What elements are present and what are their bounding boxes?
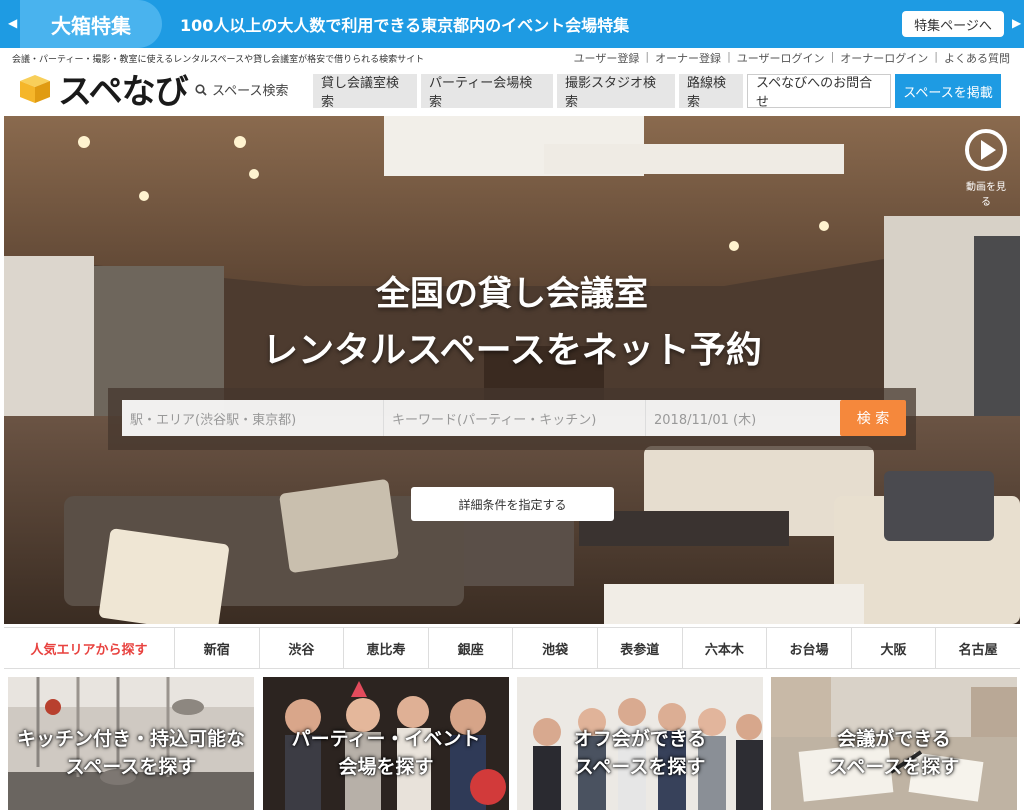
areas-title: 人気エリアから探す [30, 642, 148, 658]
card-party-line1: パーティー・イベント [291, 728, 481, 750]
top-links: ユーザー登録 | オーナー登録 | ユーザーログイン | オーナーログイン | … [574, 50, 1010, 66]
hero-section: 動画を見る 全国の貸し会議室 レンタルスペースをネット予約 駅・エリア(渋谷駅・… [4, 116, 1020, 624]
card-meeting[interactable]: 会議ができる スペースを探す [771, 677, 1017, 810]
link-owner-register[interactable]: オーナー登録 [655, 50, 721, 66]
area-nagoya[interactable]: 名古屋 [935, 628, 1020, 668]
area-shinjuku[interactable]: 新宿 [174, 628, 259, 668]
card-meeting-line1: 会議ができる [837, 728, 951, 750]
card-offkai[interactable]: オフ会ができる スペースを探す [517, 677, 763, 810]
card-offkai-line2: スペースを探す [574, 756, 706, 778]
post-space-button[interactable]: スペースを掲載 [895, 74, 1001, 108]
hero-headline-1: 全国の貸し会議室 [376, 274, 648, 314]
divider: | [830, 50, 835, 63]
search-bar: 駅・エリア(渋谷駅・東京都) キーワード(パーティー・キッチン) 2018/11… [108, 388, 916, 450]
card-party-line2: 会場を探す [338, 756, 434, 778]
divider: | [934, 50, 938, 63]
card-offkai-line1: オフ会ができる [573, 728, 707, 750]
link-user-register[interactable]: ユーザー登録 [574, 50, 640, 66]
area-ebisu[interactable]: 恵比寿 [343, 628, 428, 668]
main-nav: 貸し会議室検索 パーティー会場検索 撮影スタジオ検索 路線検索 スペなびへのお問… [313, 74, 1001, 110]
keyword-input[interactable]: キーワード(パーティー・キッチン) [384, 400, 646, 436]
area-omotesando[interactable]: 表参道 [596, 628, 682, 668]
promo-text[interactable]: 100人以上の大人数で利用できる東京都内のイベント会場特集 [180, 12, 629, 36]
hero-headline-2: レンタルスペースをネット予約 [262, 330, 762, 371]
card-kitchen-line1: キッチン付き・持込可能な [16, 728, 245, 750]
chevron-right-icon[interactable]: ▶ [1012, 16, 1021, 30]
area-odaiba[interactable]: お台場 [766, 628, 851, 668]
area-ikebukuro[interactable]: 池袋 [512, 628, 597, 668]
link-owner-login[interactable]: オーナーログイン [840, 50, 928, 66]
card-offkai-title: オフ会ができる スペースを探す [517, 725, 763, 781]
space-search-label: スペース検索 [212, 84, 289, 99]
search-button[interactable]: 検 索 [840, 400, 906, 436]
search-icon [195, 83, 207, 96]
divider: | [727, 50, 731, 63]
category-cards: キッチン付き・持込可能な スペースを探す パーティー・イベント 会場を探す オフ会が… [8, 677, 1017, 810]
logo-text: スペなび [58, 71, 189, 112]
play-video-button[interactable]: 動画を見る [964, 128, 1008, 208]
area-input[interactable]: 駅・エリア(渋谷駅・東京都) [122, 400, 384, 436]
divider: | [645, 50, 650, 63]
card-kitchen-line2: スペースを探す [65, 756, 197, 778]
nav-meeting-room-search[interactable]: 貸し会議室検索 [313, 74, 417, 110]
card-party-title: パーティー・イベント 会場を探す [263, 725, 509, 781]
card-meeting-line2: スペースを探す [828, 756, 960, 778]
area-osaka[interactable]: 大阪 [850, 628, 936, 668]
nav-party-venue-search[interactable]: パーティー会場検索 [421, 74, 553, 110]
popular-areas: 人気エリアから探す 新宿 渋谷 恵比寿 銀座 池袋 表参道 六本木 お台場 大阪… [4, 627, 1020, 669]
site-logo[interactable]: スペなび [18, 66, 189, 112]
promo-banner: ◀ 大箱特集 100人以上の大人数で利用できる東京都内のイベント会場特集 特集ペ… [0, 0, 1024, 48]
promo-badge: 大箱特集 [20, 0, 162, 48]
area-ginza[interactable]: 銀座 [427, 628, 513, 668]
card-kitchen[interactable]: キッチン付き・持込可能な スペースを探す [8, 677, 254, 810]
nav-studio-search[interactable]: 撮影スタジオ検索 [557, 74, 675, 110]
card-kitchen-title: キッチン付き・持込可能な スペースを探す [8, 725, 254, 781]
space-search-link[interactable]: スペース検索 [195, 80, 288, 99]
play-circle-icon [965, 129, 1007, 171]
nav-route-search[interactable]: 路線検索 [679, 74, 743, 110]
play-video-label: 動画を見る [966, 182, 1006, 208]
link-faq[interactable]: よくある質問 [944, 50, 1010, 66]
box-logo-icon [18, 71, 52, 105]
link-user-login[interactable]: ユーザーログイン [737, 50, 825, 66]
detail-conditions-button[interactable]: 詳細条件を指定する [411, 487, 614, 521]
area-shibuya[interactable]: 渋谷 [258, 628, 344, 668]
area-roppongi[interactable]: 六本木 [681, 628, 767, 668]
card-party[interactable]: パーティー・イベント 会場を探す [263, 677, 509, 810]
promo-button[interactable]: 特集ページへ [902, 11, 1004, 37]
contact-button[interactable]: スペなびへのお問合せ [747, 74, 891, 110]
chevron-left-icon[interactable]: ◀ [8, 16, 17, 30]
date-input[interactable]: 2018/11/01 (木) [646, 400, 842, 436]
card-meeting-title: 会議ができる スペースを探す [771, 725, 1017, 781]
